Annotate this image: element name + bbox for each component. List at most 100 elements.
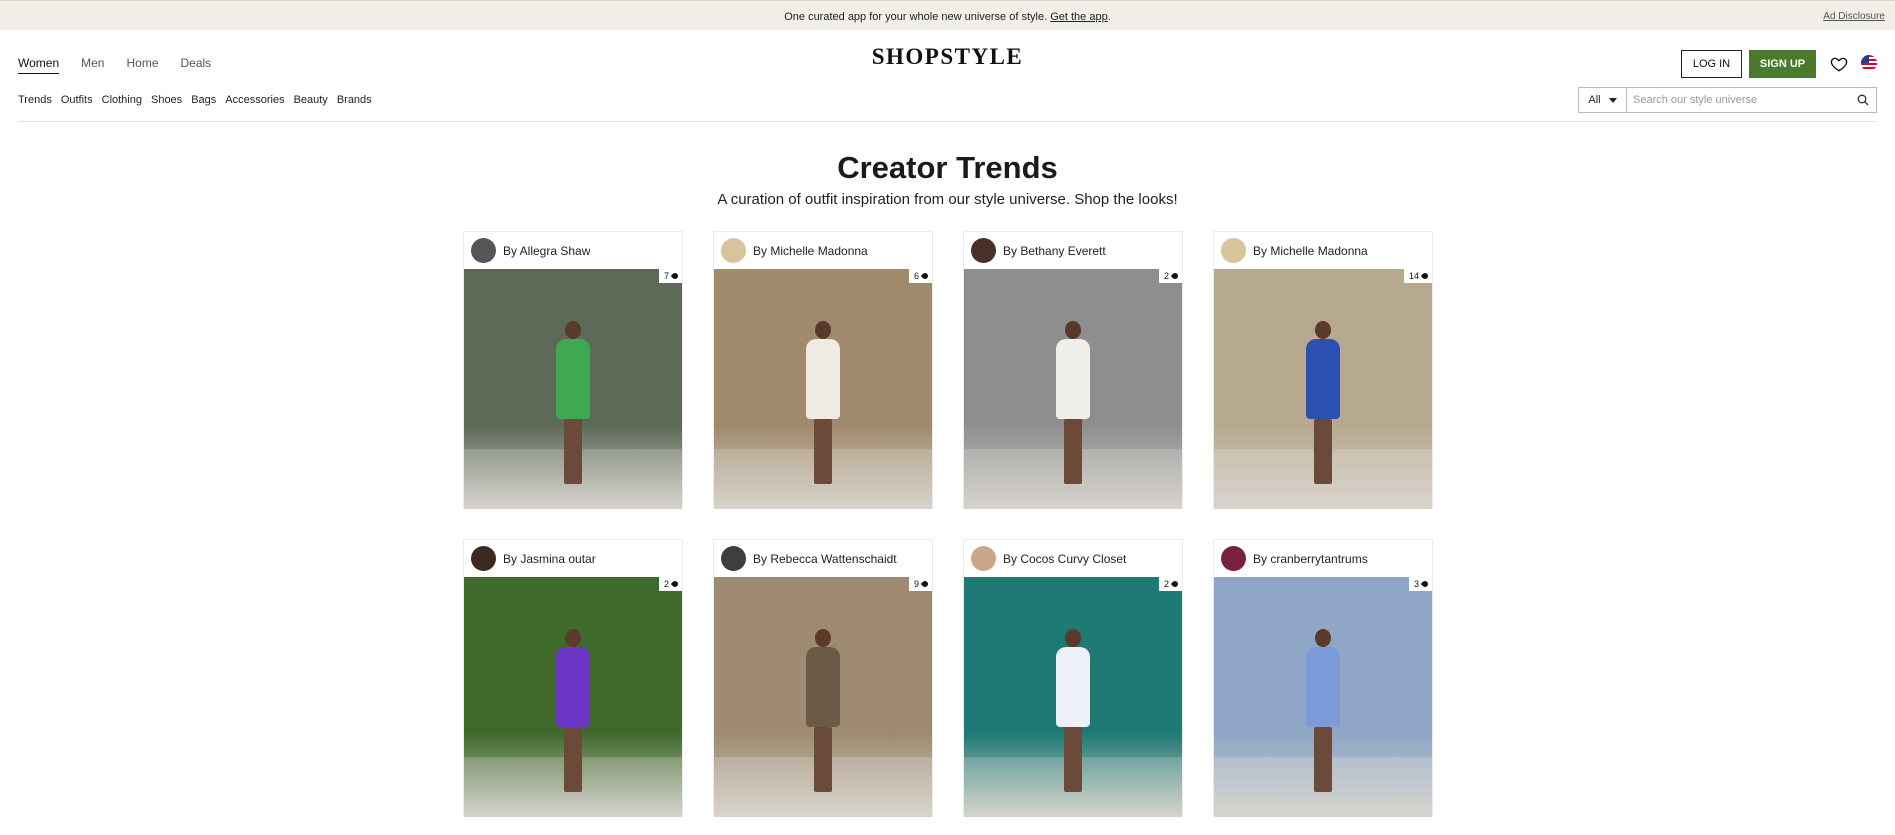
photo-figure-outfit	[806, 339, 840, 419]
creator-name[interactable]: By Michelle Madonna	[753, 244, 868, 258]
nav-clothing[interactable]: Clothing	[102, 94, 142, 106]
card-header: By Jasmina outar	[464, 540, 682, 577]
heart-icon[interactable]	[1830, 55, 1848, 73]
outfit-photo[interactable]: 9	[714, 577, 932, 817]
outfit-photo[interactable]: 14	[1214, 269, 1432, 509]
photo-figure-legs	[814, 419, 832, 484]
product-count-badge: 7	[658, 269, 682, 283]
product-count: 2	[1163, 579, 1169, 589]
card-header: By Rebecca Wattenschaidt	[714, 540, 932, 577]
shopstyle-logo[interactable]: SHOPSTYLE	[0, 44, 1895, 70]
page-title: Creator Trends	[837, 150, 1058, 185]
outfit-photo[interactable]: 2	[964, 269, 1182, 509]
photo-figure-head	[815, 321, 831, 339]
avatar[interactable]	[971, 546, 996, 571]
card-header: By Allegra Shaw	[464, 232, 682, 269]
creator-name[interactable]: By Rebecca Wattenschaidt	[753, 552, 897, 566]
product-count-badge: 2	[658, 577, 682, 591]
creator-look-card[interactable]: By Cocos Curvy Closet 2	[963, 539, 1183, 817]
creator-name[interactable]: By cranberrytantrums	[1253, 552, 1368, 566]
get-app-link[interactable]: Get the app	[1050, 11, 1108, 23]
photo-figure-legs	[1064, 419, 1082, 484]
creator-name[interactable]: By Bethany Everett	[1003, 244, 1106, 258]
tag-icon	[1170, 271, 1180, 281]
photo-figure-outfit	[1306, 647, 1340, 727]
card-header: By Bethany Everett	[964, 232, 1182, 269]
us-flag-icon[interactable]	[1861, 55, 1877, 71]
product-count-badge: 3	[1408, 577, 1432, 591]
product-count: 14	[1408, 271, 1419, 281]
nav-trends[interactable]: Trends	[18, 94, 52, 106]
product-count-badge: 2	[1158, 577, 1182, 591]
promo-bar: One curated app for your whole new unive…	[0, 0, 1895, 30]
tag-icon	[1420, 579, 1430, 589]
promo-suffix: .	[1107, 11, 1111, 23]
photo-figure-head	[815, 629, 831, 647]
nav-outfits[interactable]: Outfits	[61, 94, 93, 106]
search-icon[interactable]	[1850, 88, 1876, 112]
photo-figure-outfit	[1056, 339, 1090, 419]
card-header: By Michelle Madonna	[1214, 232, 1432, 269]
creator-look-card[interactable]: By Bethany Everett 2	[963, 231, 1183, 509]
creator-look-card[interactable]: By Rebecca Wattenschaidt 9	[713, 539, 933, 817]
outfit-photo[interactable]: 6	[714, 269, 932, 509]
outfit-photo[interactable]: 3	[1214, 577, 1432, 817]
search-input[interactable]	[1627, 88, 1850, 112]
signup-button[interactable]: SIGN UP	[1749, 50, 1816, 78]
photo-figure-head	[565, 321, 581, 339]
nav-accessories[interactable]: Accessories	[225, 94, 284, 106]
card-header: By cranberrytantrums	[1214, 540, 1432, 577]
tag-icon	[670, 271, 680, 281]
outfit-photo[interactable]: 2	[464, 577, 682, 817]
avatar[interactable]	[721, 546, 746, 571]
photo-figure-legs	[1064, 727, 1082, 792]
search-category-select[interactable]: All	[1579, 88, 1627, 112]
nav-beauty[interactable]: Beauty	[294, 94, 328, 106]
page-subtitle: A curation of outfit inspiration from ou…	[717, 191, 1178, 208]
header-divider	[18, 121, 1877, 122]
nav-brands[interactable]: Brands	[337, 94, 372, 106]
promo-text: One curated app for your whole new unive…	[0, 11, 1895, 23]
photo-figure-legs	[564, 419, 582, 484]
avatar[interactable]	[721, 238, 746, 263]
tag-icon	[670, 579, 680, 589]
product-count: 2	[1163, 271, 1169, 281]
creator-look-card[interactable]: By Jasmina outar 2	[463, 539, 683, 817]
creator-look-card[interactable]: By cranberrytantrums 3	[1213, 539, 1433, 817]
caret-down-icon	[1608, 97, 1617, 103]
photo-figure-outfit	[806, 647, 840, 727]
product-count: 2	[663, 579, 669, 589]
tag-icon	[920, 579, 930, 589]
outfit-photo[interactable]: 2	[964, 577, 1182, 817]
creator-look-card[interactable]: By Michelle Madonna 6	[713, 231, 933, 509]
search-bar: All	[1578, 87, 1877, 113]
outfit-photo[interactable]: 7	[464, 269, 682, 509]
avatar[interactable]	[471, 546, 496, 571]
product-count: 3	[1413, 579, 1419, 589]
product-count: 6	[913, 271, 919, 281]
photo-figure-head	[1315, 629, 1331, 647]
photo-figure-outfit	[1306, 339, 1340, 419]
login-button[interactable]: LOG IN	[1681, 50, 1742, 78]
product-count-badge: 2	[1158, 269, 1182, 283]
creator-name[interactable]: By Allegra Shaw	[503, 244, 590, 258]
tag-icon	[1170, 579, 1180, 589]
tag-icon	[920, 271, 930, 281]
creator-name[interactable]: By Michelle Madonna	[1253, 244, 1368, 258]
avatar[interactable]	[471, 238, 496, 263]
ad-disclosure-link[interactable]: Ad Disclosure	[1823, 11, 1885, 22]
creator-look-card[interactable]: By Michelle Madonna 14	[1213, 231, 1433, 509]
nav-bags[interactable]: Bags	[191, 94, 216, 106]
search-category-value: All	[1588, 94, 1601, 106]
creator-look-card[interactable]: By Allegra Shaw 7	[463, 231, 683, 509]
creator-name[interactable]: By Jasmina outar	[503, 552, 596, 566]
nav-shoes[interactable]: Shoes	[151, 94, 182, 106]
avatar[interactable]	[971, 238, 996, 263]
photo-figure-head	[1315, 321, 1331, 339]
avatar[interactable]	[1221, 238, 1246, 263]
photo-figure-outfit	[1056, 647, 1090, 727]
creator-name[interactable]: By Cocos Curvy Closet	[1003, 552, 1126, 566]
avatar[interactable]	[1221, 546, 1246, 571]
photo-figure-head	[1065, 629, 1081, 647]
card-header: By Cocos Curvy Closet	[964, 540, 1182, 577]
